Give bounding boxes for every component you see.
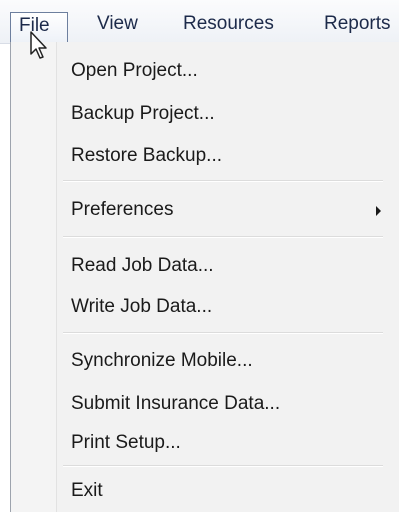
menu-view[interactable]: View bbox=[97, 10, 138, 38]
menu-icon-gutter bbox=[11, 42, 57, 512]
mouse-pointer-icon bbox=[30, 31, 47, 59]
submenu-arrow-icon bbox=[376, 206, 381, 216]
file-dropdown-menu: Open Project... Backup Project... Restor… bbox=[10, 42, 399, 512]
menu-reports[interactable]: Reports bbox=[324, 10, 391, 38]
menu-separator bbox=[63, 180, 383, 182]
menu-item-write-job-data[interactable]: Write Job Data... bbox=[71, 295, 212, 319]
menu-item-submit-insurance-data[interactable]: Submit Insurance Data... bbox=[71, 392, 280, 416]
menu-item-read-job-data[interactable]: Read Job Data... bbox=[71, 254, 214, 278]
menu-item-preferences[interactable]: Preferences bbox=[71, 198, 173, 222]
menu-item-synchronize-mobile[interactable]: Synchronize Mobile... bbox=[71, 349, 253, 373]
menu-separator bbox=[63, 332, 383, 334]
menu-separator bbox=[63, 236, 383, 238]
menu-item-print-setup[interactable]: Print Setup... bbox=[71, 431, 181, 455]
menu-item-backup-project[interactable]: Backup Project... bbox=[71, 102, 215, 126]
menu-item-open-project[interactable]: Open Project... bbox=[71, 59, 198, 83]
menu-item-restore-backup[interactable]: Restore Backup... bbox=[71, 144, 222, 168]
menu-item-exit[interactable]: Exit bbox=[71, 479, 103, 503]
menu-resources[interactable]: Resources bbox=[183, 10, 274, 38]
menu-bar: File View Resources Reports bbox=[0, 0, 399, 44]
menu-separator bbox=[63, 465, 383, 467]
